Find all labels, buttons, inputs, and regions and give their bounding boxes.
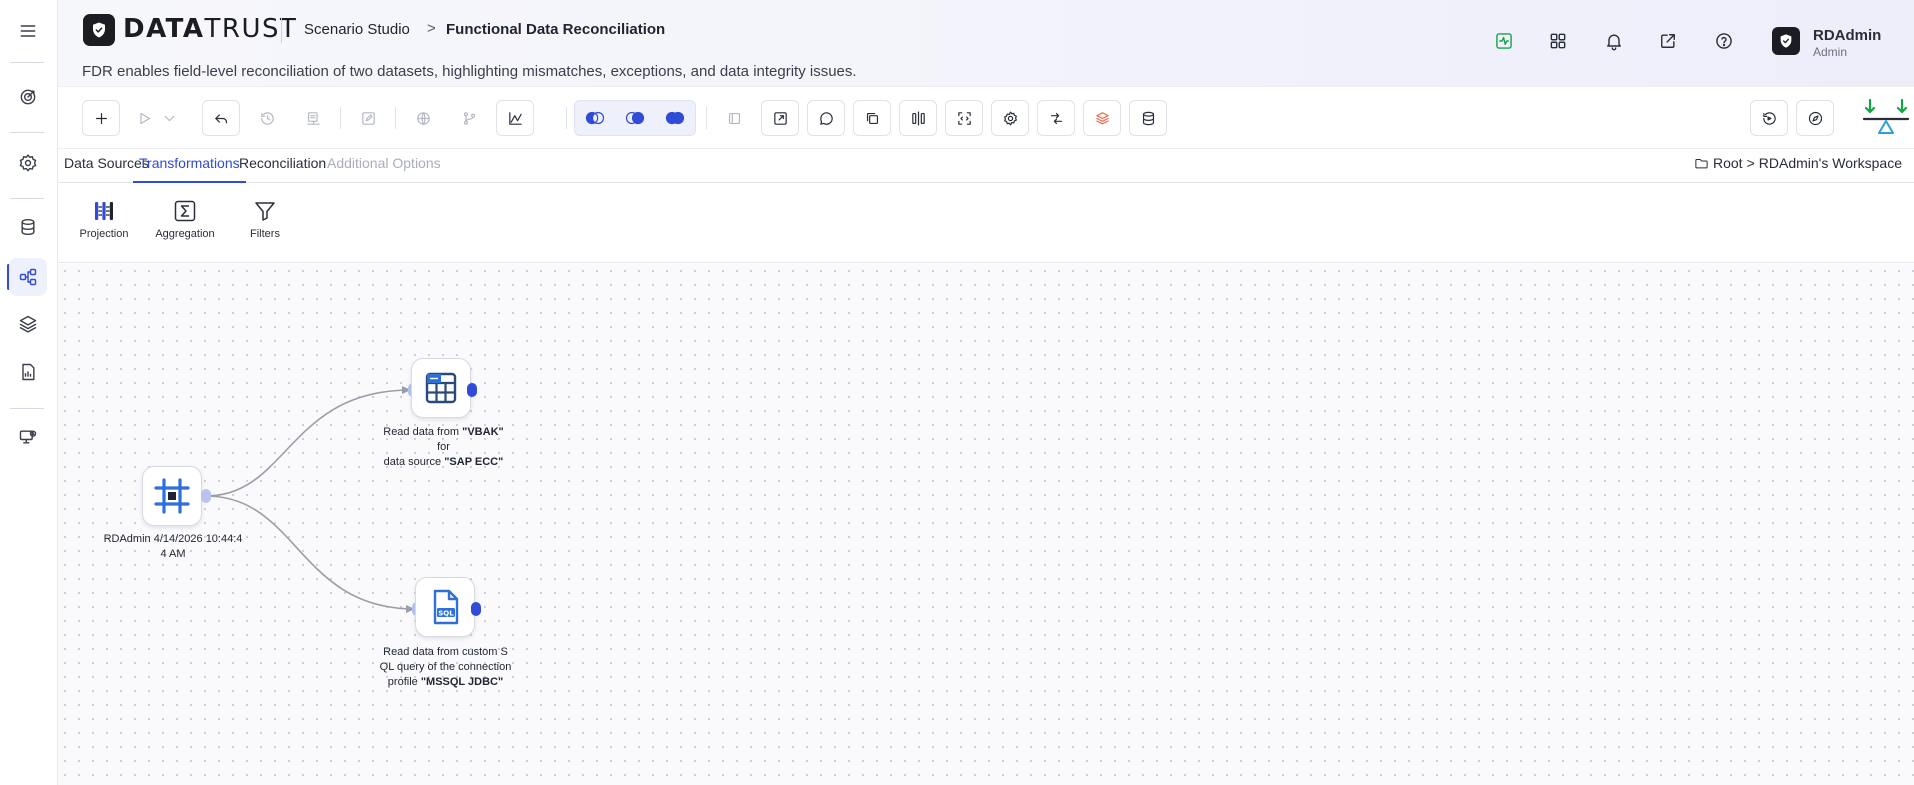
target-icon[interactable] — [9, 78, 47, 116]
workspace-path[interactable]: Root > RDAdmin's Workspace — [1694, 155, 1902, 171]
external-link-icon[interactable] — [1655, 28, 1681, 54]
page-description: FDR enables field-level reconciliation o… — [82, 63, 857, 80]
full-join-icon[interactable] — [655, 101, 695, 135]
breadcrumb-separator: > — [427, 20, 436, 37]
monitor-icon[interactable] — [9, 418, 47, 456]
tab-additional-options: Additional Options — [327, 155, 441, 171]
open-external-button[interactable] — [761, 100, 799, 136]
palette-aggregation[interactable]: Aggregation — [150, 199, 220, 240]
app-header: DATATRUST Scenario Studio > Functional D… — [58, 0, 1914, 87]
menu-icon[interactable] — [9, 12, 47, 50]
gear-icon[interactable] — [991, 100, 1029, 136]
split-view-button[interactable] — [899, 100, 937, 136]
grid-icon[interactable] — [1545, 28, 1571, 54]
sql-source-node[interactable]: SQL — [415, 577, 475, 637]
rail-divider — [10, 408, 44, 409]
vbak-node-label: Read data from "VBAK" for data source "S… — [383, 426, 504, 468]
palette-label: Projection — [79, 228, 129, 240]
start-node[interactable] — [142, 466, 202, 526]
stack-layers-icon[interactable] — [1083, 100, 1121, 136]
report-icon[interactable] — [9, 353, 47, 391]
filter-icon — [255, 202, 275, 221]
breadcrumb-studio[interactable]: Scenario Studio — [304, 21, 410, 38]
left-join-icon[interactable] — [575, 101, 615, 135]
avatar[interactable] — [1772, 27, 1800, 55]
database-icon[interactable] — [9, 208, 47, 246]
palette-filters[interactable]: Filters — [230, 199, 300, 240]
export-button[interactable] — [294, 100, 332, 136]
user-role: Admin — [1813, 45, 1848, 59]
table-source-node[interactable] — [411, 358, 471, 418]
palette-label: Aggregation — [155, 228, 215, 240]
svg-text:SQL: SQL — [438, 609, 454, 617]
inner-join-icon[interactable] — [615, 101, 655, 135]
reconcile-scale-icon[interactable] — [1862, 98, 1910, 138]
palette-label: Filters — [250, 228, 280, 240]
chart-button[interactable] — [496, 100, 534, 136]
transformation-palette: Projection Aggregation Filters — [58, 183, 1914, 263]
run-options-chevron-icon[interactable] — [158, 100, 180, 136]
projection-icon — [95, 202, 113, 220]
toolbar — [58, 87, 1914, 149]
edit-button[interactable] — [349, 100, 387, 136]
comment-button[interactable] — [807, 100, 845, 136]
branch-button[interactable] — [450, 100, 488, 136]
scan-button[interactable] — [945, 100, 983, 136]
rail-divider — [10, 62, 44, 63]
vbak-output-port[interactable] — [467, 383, 477, 397]
history-button[interactable] — [248, 100, 286, 136]
sigma-icon — [174, 200, 196, 222]
toolbar-divider — [706, 107, 707, 129]
copy-button[interactable] — [853, 100, 891, 136]
left-rail — [0, 0, 58, 785]
sql-node-label: Read data from custom S QL query of the c… — [379, 646, 512, 688]
canvas-frame-icon — [154, 478, 190, 514]
toolbar-divider — [340, 107, 341, 129]
sql-output-port[interactable] — [471, 602, 481, 616]
rail-divider — [10, 198, 44, 199]
toolbar-divider — [395, 107, 396, 129]
tab-reconciliation[interactable]: Reconciliation — [233, 149, 332, 183]
header-divider — [281, 17, 282, 43]
start-output-port[interactable] — [201, 489, 211, 503]
tab-transformations[interactable]: Transformations — [133, 149, 246, 183]
join-type-group — [574, 100, 696, 136]
bell-icon[interactable] — [1601, 28, 1627, 54]
path-root[interactable]: Root — [1713, 155, 1743, 171]
rail-divider — [10, 132, 44, 133]
restore-history-button[interactable] — [1750, 100, 1788, 136]
globe-button[interactable] — [404, 100, 442, 136]
user-name[interactable]: RDAdmin — [1813, 27, 1881, 44]
folder-icon — [1695, 158, 1708, 168]
workflow-icon[interactable] — [9, 258, 47, 296]
sql-file-icon: SQL — [433, 589, 459, 625]
workflow-canvas[interactable]: RDAdmin 4/14/2026 10:44:4 4 AM Read data … — [58, 264, 1914, 785]
add-button[interactable] — [82, 100, 120, 136]
compass-button[interactable] — [1796, 100, 1834, 136]
database-button[interactable] — [1129, 100, 1167, 136]
connection-lines — [205, 386, 416, 613]
brand-name: DATATRUST — [123, 14, 298, 44]
toolbar-divider — [566, 107, 567, 129]
logo-icon — [83, 14, 115, 46]
table-icon — [425, 372, 457, 404]
start-node-label: RDAdmin 4/14/2026 10:44:4 4 AM — [103, 533, 243, 560]
layers-icon[interactable] — [9, 305, 47, 343]
palette-projection[interactable]: Projection — [69, 199, 139, 240]
path-separator: > — [1746, 155, 1755, 171]
swap-button[interactable] — [1037, 100, 1075, 136]
panel-left-button[interactable] — [715, 100, 753, 136]
help-icon[interactable] — [1711, 28, 1737, 54]
path-workspace[interactable]: RDAdmin's Workspace — [1759, 155, 1902, 171]
activity-icon[interactable] — [1491, 28, 1517, 54]
settings-icon[interactable] — [9, 144, 47, 182]
undo-button[interactable] — [202, 100, 240, 136]
tab-bar: Data Sources Transformations Reconciliat… — [58, 149, 1914, 183]
run-button[interactable] — [128, 100, 160, 136]
page-title: Functional Data Reconciliation — [446, 21, 666, 38]
